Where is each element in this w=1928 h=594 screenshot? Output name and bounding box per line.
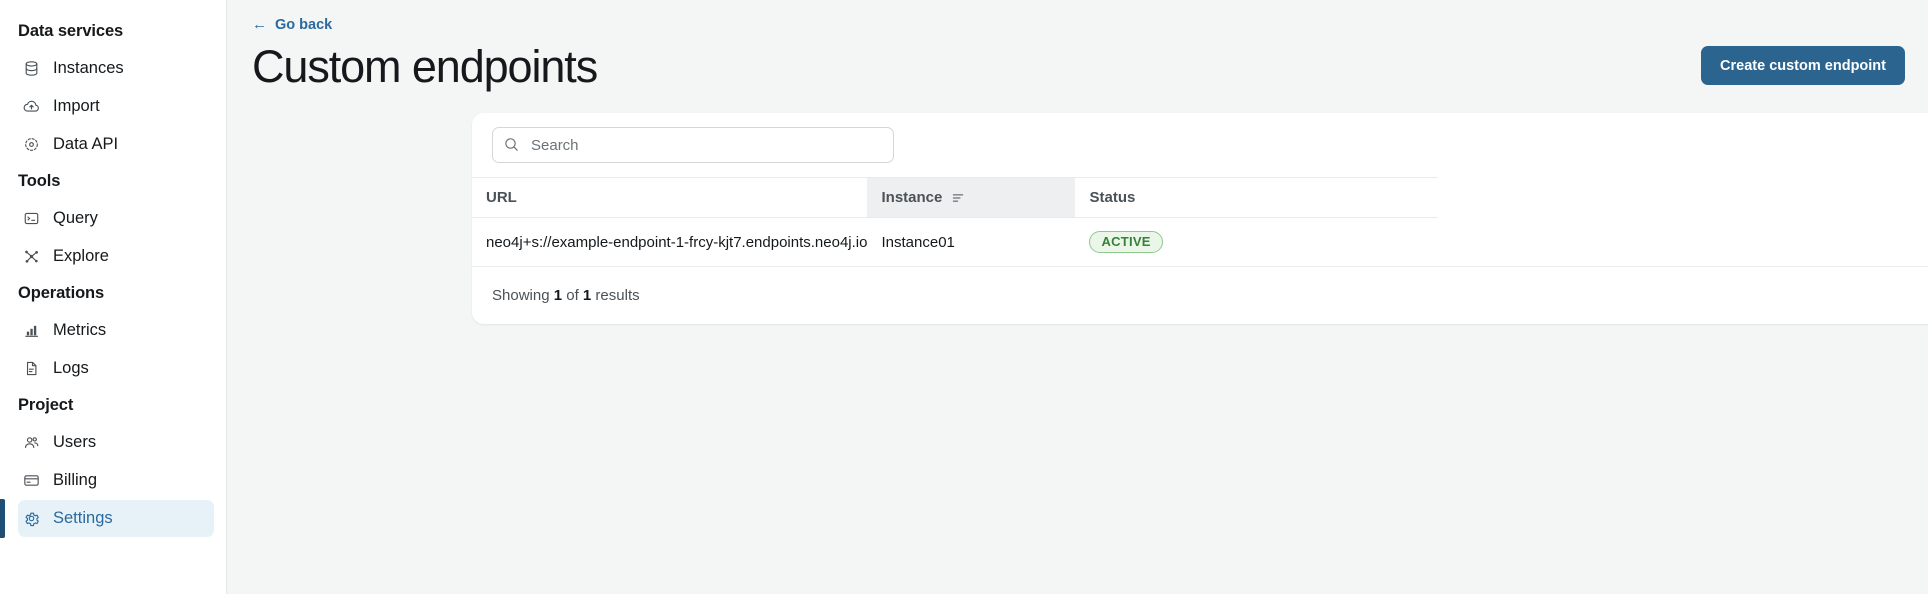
bar-chart-icon <box>21 321 41 341</box>
column-header-status[interactable]: Status <box>1075 177 1438 218</box>
go-back-label: Go back <box>275 16 333 33</box>
status-badge: ACTIVE <box>1089 231 1163 253</box>
card-footer: Showing 1 of 1 results Show 25 <box>472 267 1928 324</box>
column-header-label: URL <box>486 189 517 206</box>
sidebar-item-metrics[interactable]: Metrics <box>18 312 214 349</box>
main-content: ← Go back Custom endpoints Create custom… <box>227 0 1928 594</box>
gear-icon <box>21 509 41 529</box>
create-custom-endpoint-button[interactable]: Create custom endpoint <box>1701 46 1905 85</box>
app-root: Data services Instances Import Data API <box>0 0 1928 594</box>
sidebar-item-settings[interactable]: Settings <box>0 499 214 538</box>
custom-endpoints-table: URL Instance Status neo4j+s://example-en… <box>472 177 1928 267</box>
nav-group-operations: Operations Metrics Logs <box>0 276 226 387</box>
column-header-url[interactable]: URL <box>472 177 868 218</box>
search-area <box>472 113 1928 177</box>
nav-group-title-operations: Operations <box>18 284 105 302</box>
cell-actions: Configure <box>1437 217 1928 267</box>
cell-status: ACTIVE <box>1075 217 1438 267</box>
terminal-icon <box>21 209 41 229</box>
sidebar-item-billing[interactable]: Billing <box>18 462 214 499</box>
sidebar-item-label: Users <box>53 433 97 452</box>
sidebar-item-query[interactable]: Query <box>18 200 214 237</box>
nav-group-project: Project Users Billing Settings <box>0 388 226 538</box>
showing-middle: of <box>562 287 583 304</box>
page-title: Custom endpoints <box>252 41 598 92</box>
credit-card-icon <box>21 471 41 491</box>
sidebar-item-users[interactable]: Users <box>18 424 214 461</box>
showing-prefix: Showing <box>492 287 554 304</box>
nav-group-title-project: Project <box>18 396 74 414</box>
cell-instance: Instance01 <box>867 217 1076 267</box>
sort-icon[interactable] <box>951 191 965 205</box>
column-header-label: Status <box>1089 189 1136 206</box>
sidebar-item-label: Data API <box>53 135 119 154</box>
search-wrapper <box>492 127 894 163</box>
nav-group-title-data-services: Data services <box>18 22 124 40</box>
sidebar-item-label: Explore <box>53 247 109 266</box>
graph-nodes-icon <box>21 247 41 267</box>
sidebar-item-label: Instances <box>53 59 124 78</box>
sidebar-item-label: Import <box>53 97 100 116</box>
table-head: URL Instance Status <box>472 177 1928 218</box>
sidebar-item-label: Logs <box>53 359 89 378</box>
search-input[interactable] <box>492 127 894 163</box>
users-icon <box>21 433 41 453</box>
table-header-row: URL Instance Status <box>472 177 1928 218</box>
sidebar-item-label: Query <box>53 209 98 228</box>
sidebar-item-label: Settings <box>53 509 113 528</box>
showing-total: 1 <box>582 287 592 304</box>
data-api-icon <box>21 135 41 155</box>
sidebar-item-logs[interactable]: Logs <box>18 350 214 387</box>
cloud-upload-icon <box>21 97 41 117</box>
results-summary: Showing 1 of 1 results <box>492 287 640 304</box>
document-icon <box>21 359 41 379</box>
page-header: ← Go back Custom endpoints Create custom… <box>227 0 1928 92</box>
nav-group-title-tools: Tools <box>18 172 61 190</box>
sidebar-item-instances[interactable]: Instances <box>18 50 214 87</box>
cell-url: neo4j+s://example-endpoint-1-frcy-kjt7.e… <box>472 217 868 267</box>
go-back-link[interactable]: ← Go back <box>252 17 332 33</box>
showing-suffix: results <box>591 287 640 304</box>
column-header-instance[interactable]: Instance <box>867 177 1076 218</box>
sidebar-item-label: Metrics <box>53 321 107 340</box>
sidebar-item-explore[interactable]: Explore <box>18 238 214 275</box>
custom-endpoints-card: URL Instance <box>472 113 1928 324</box>
table-row: neo4j+s://example-endpoint-1-frcy-kjt7.e… <box>472 217 1928 267</box>
table-body: neo4j+s://example-endpoint-1-frcy-kjt7.e… <box>472 217 1928 267</box>
sidebar: Data services Instances Import Data API <box>0 0 227 594</box>
database-icon <box>21 59 41 79</box>
column-header-label: Instance <box>881 189 943 206</box>
showing-count: 1 <box>553 287 563 304</box>
nav-group-tools: Tools Query Explore <box>0 164 226 275</box>
sidebar-item-import[interactable]: Import <box>18 88 214 125</box>
search-icon <box>505 138 518 151</box>
nav-group-data-services: Data services Instances Import Data API <box>0 14 226 163</box>
sidebar-item-data-api[interactable]: Data API <box>18 126 214 163</box>
arrow-left-icon: ← <box>252 16 267 33</box>
sidebar-item-label: Billing <box>53 471 98 490</box>
